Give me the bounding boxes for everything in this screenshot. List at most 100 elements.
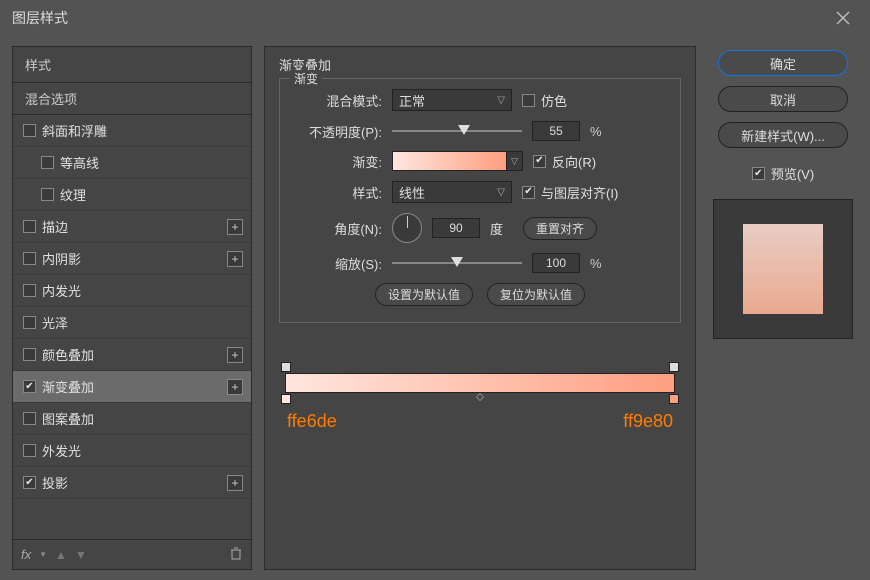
titlebar: 图层样式 <box>0 0 870 36</box>
style-checkbox[interactable] <box>23 124 36 137</box>
set-default-button[interactable]: 设置为默认值 <box>375 283 473 306</box>
style-item-5[interactable]: 内发光 <box>13 275 251 307</box>
opacity-stop-left[interactable] <box>281 362 291 372</box>
color-left-label: ffe6de <box>287 411 337 432</box>
style-item-8[interactable]: 渐变叠加 + <box>13 371 251 403</box>
style-item-2[interactable]: 纹理 <box>13 179 251 211</box>
gradient-bar[interactable] <box>285 373 675 393</box>
add-effect-icon[interactable]: + <box>227 379 243 395</box>
reverse-checkbox[interactable] <box>533 155 546 168</box>
sidebar-footer: fx ▼ ▲ ▼ <box>13 539 251 569</box>
fieldset-legend: 渐变 <box>290 70 322 87</box>
style-checkbox[interactable] <box>23 476 36 489</box>
gradient-editor[interactable]: ffe6de ff9e80 <box>279 373 681 432</box>
degree-label: 度 <box>490 219 503 238</box>
style-checkbox[interactable] <box>23 380 36 393</box>
scale-slider[interactable] <box>392 255 522 271</box>
preview-swatch <box>743 224 823 314</box>
dither-label: 仿色 <box>541 91 567 110</box>
blend-options-header[interactable]: 混合选项 <box>13 83 251 115</box>
fx-menu[interactable]: fx <box>21 547 31 562</box>
style-item-9[interactable]: 图案叠加 <box>13 403 251 435</box>
style-checkbox[interactable] <box>41 188 54 201</box>
styles-header: 样式 <box>13 47 251 83</box>
style-checkbox[interactable] <box>41 156 54 169</box>
style-checkbox[interactable] <box>23 444 36 457</box>
style-select[interactable]: 线性 ▽ <box>392 181 512 203</box>
scale-input[interactable]: 100 <box>532 253 580 273</box>
style-item-6[interactable]: 光泽 <box>13 307 251 339</box>
add-effect-icon[interactable]: + <box>227 219 243 235</box>
style-item-10[interactable]: 外发光 <box>13 435 251 467</box>
angle-dial[interactable] <box>392 213 422 243</box>
angle-label: 角度(N): <box>294 219 382 238</box>
style-checkbox[interactable] <box>23 220 36 233</box>
opacity-input[interactable]: 55 <box>532 121 580 141</box>
percent-label: % <box>590 124 602 139</box>
midpoint-marker[interactable] <box>476 393 484 401</box>
preview-box <box>713 199 853 339</box>
align-checkbox[interactable] <box>522 186 535 199</box>
styles-sidebar: 样式 混合选项 斜面和浮雕等高线纹理描边+内阴影+内发光光泽颜色叠加+渐变叠加+… <box>12 46 252 570</box>
blend-mode-value: 正常 <box>399 91 425 110</box>
new-style-button[interactable]: 新建样式(W)... <box>718 122 848 148</box>
close-button[interactable] <box>828 3 858 33</box>
style-label: 纹理 <box>60 185 86 204</box>
add-effect-icon[interactable]: + <box>227 475 243 491</box>
arrow-down-icon[interactable]: ▼ <box>75 548 87 562</box>
arrow-up-icon[interactable]: ▲ <box>55 548 67 562</box>
align-label: 与图层对齐(I) <box>541 183 618 202</box>
style-item-4[interactable]: 内阴影+ <box>13 243 251 275</box>
reset-default-button[interactable]: 复位为默认值 <box>487 283 585 306</box>
style-item-11[interactable]: 投影 + <box>13 467 251 499</box>
trash-icon[interactable] <box>229 546 243 563</box>
chevron-down-icon: ▼ <box>39 550 47 559</box>
gradient-swatch[interactable] <box>392 151 507 171</box>
reverse-label: 反向(R) <box>552 152 596 171</box>
dialog-title: 图层样式 <box>12 8 68 28</box>
style-checkbox[interactable] <box>23 284 36 297</box>
style-checkbox[interactable] <box>23 348 36 361</box>
blend-mode-label: 混合模式: <box>294 91 382 110</box>
color-stop-right[interactable] <box>669 394 679 404</box>
style-item-0[interactable]: 斜面和浮雕 <box>13 115 251 147</box>
style-checkbox[interactable] <box>23 252 36 265</box>
style-item-7[interactable]: 颜色叠加 + <box>13 339 251 371</box>
chevron-down-icon: ▽ <box>497 95 505 106</box>
color-stop-left[interactable] <box>281 394 291 404</box>
opacity-label: 不透明度(P): <box>294 122 382 141</box>
style-label: 斜面和浮雕 <box>42 121 107 140</box>
style-label: 描边 <box>42 217 68 236</box>
settings-panel: 渐变叠加 渐变 混合模式: 正常 ▽ 仿色 不透明度(P): 55 <box>264 46 696 570</box>
style-label: 投影 <box>42 473 68 492</box>
gradient-dropdown[interactable]: ▽ <box>507 151 523 171</box>
cancel-button[interactable]: 取消 <box>718 86 848 112</box>
add-effect-icon[interactable]: + <box>227 251 243 267</box>
dither-checkbox[interactable] <box>522 94 535 107</box>
style-label: 内发光 <box>42 281 81 300</box>
blend-mode-select[interactable]: 正常 ▽ <box>392 89 512 111</box>
preview-checkbox[interactable] <box>752 167 765 180</box>
preview-label: 预览(V) <box>771 164 814 183</box>
action-panel: 确定 取消 新建样式(W)... 预览(V) <box>708 46 858 570</box>
style-label: 样式: <box>294 183 382 202</box>
angle-input[interactable]: 90 <box>432 218 480 238</box>
style-item-1[interactable]: 等高线 <box>13 147 251 179</box>
add-effect-icon[interactable]: + <box>227 347 243 363</box>
style-label: 渐变叠加 <box>42 377 94 396</box>
style-label: 等高线 <box>60 153 99 172</box>
ok-button[interactable]: 确定 <box>718 50 848 76</box>
style-item-3[interactable]: 描边 + <box>13 211 251 243</box>
section-title: 渐变叠加 <box>279 55 681 74</box>
opacity-stop-right[interactable] <box>669 362 679 372</box>
style-label: 外发光 <box>42 441 81 460</box>
gradient-label: 渐变: <box>294 152 382 171</box>
reset-align-button[interactable]: 重置对齐 <box>523 217 597 240</box>
opacity-slider[interactable] <box>392 123 522 139</box>
percent-label: % <box>590 256 602 271</box>
style-checkbox[interactable] <box>23 412 36 425</box>
scale-label: 缩放(S): <box>294 254 382 273</box>
style-value: 线性 <box>399 183 425 202</box>
style-checkbox[interactable] <box>23 316 36 329</box>
style-label: 颜色叠加 <box>42 345 94 364</box>
